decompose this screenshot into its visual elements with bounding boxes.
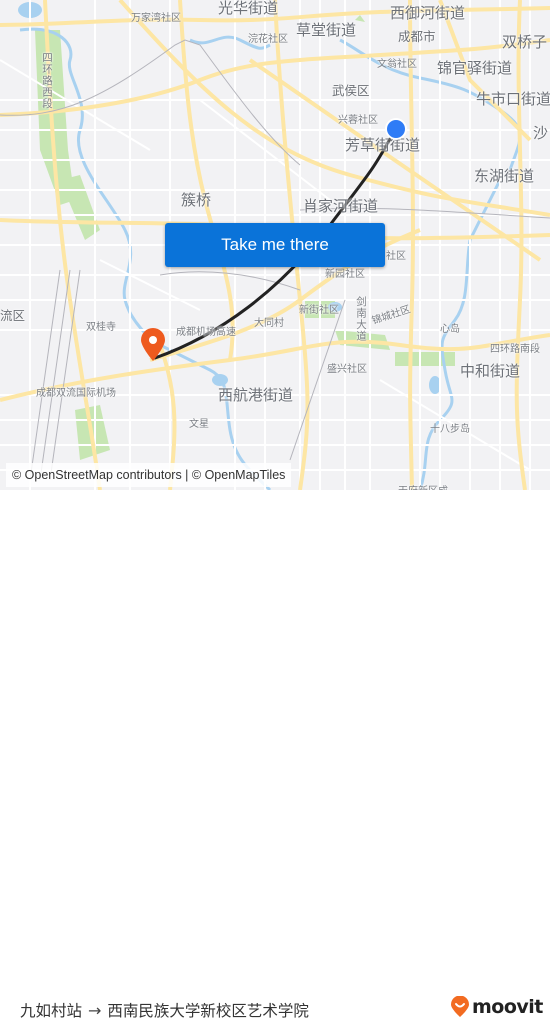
map-label: 双桥子 — [502, 33, 548, 51]
destination-pin-icon[interactable] — [139, 327, 167, 363]
map-label: 光华街道 — [218, 0, 279, 17]
map-label: 盛兴社区 — [327, 364, 367, 375]
moovit-logo[interactable]: moovit — [450, 996, 543, 1018]
origin-marker-icon[interactable] — [383, 116, 409, 142]
map-attribution[interactable]: © OpenStreetMap contributors | © OpenMap… — [6, 463, 292, 487]
map-label: 东湖街道 — [474, 167, 535, 185]
map-label: 兴蓉社区 — [338, 115, 378, 126]
map-label: 牛市口街道 — [476, 90, 550, 108]
moovit-wordmark: moovit — [472, 996, 543, 1018]
footer-bar: 九如村站 → 西南民族大学新校区艺术学院 moovit — [0, 490, 550, 1020]
route-summary: 九如村站 → 西南民族大学新校区艺术学院 — [20, 999, 309, 1021]
map-label: 社区 — [386, 251, 406, 262]
map-label: 锦官驿街道 — [437, 59, 513, 77]
map-label: 流区 — [0, 308, 26, 323]
map-label: 文翁社区 — [377, 59, 417, 70]
map-label: 天府新区成 — [398, 482, 448, 490]
map-label: 四环路南段 — [490, 344, 540, 355]
map-label: 肖家河街道 — [303, 197, 379, 215]
map-label: 成都市 — [398, 29, 436, 44]
map-label: 心岛 — [440, 324, 460, 335]
map-label: 剑南大道 — [355, 296, 367, 342]
map-label: 新街社区 — [299, 305, 339, 316]
map-label: 十八步岛 — [430, 424, 470, 435]
map-label: 西御河街道 — [390, 4, 466, 22]
map-label: 沙 — [533, 124, 549, 142]
map-label: 武侯区 — [332, 83, 370, 98]
map-label: 西航港街道 — [218, 386, 294, 404]
take-me-there-button[interactable]: Take me there — [165, 223, 385, 267]
map-label: 新园社区 — [325, 269, 365, 280]
map-label: 簇桥 — [181, 191, 212, 209]
origin-station: 九如村站 — [20, 1002, 83, 1020]
map-label: 文星 — [189, 419, 209, 430]
destination-name: 西南民族大学新校区艺术学院 — [107, 1002, 309, 1020]
arrow-right-icon: → — [88, 1000, 102, 1020]
map-label: 双桂寺 — [86, 322, 116, 333]
map-label: 中和街道 — [460, 362, 521, 380]
map-label: 浣花社区 — [248, 34, 288, 45]
map-view[interactable]: 光华街道 西御河街道 草堂街道 双桥子 锦官驿街道 牛市口街道沙芳草街街道 东湖街道 簇桥 肖家… — [0, 0, 550, 490]
moovit-pin-icon — [451, 996, 469, 1017]
map-label: 成都机场高速 — [176, 327, 236, 338]
map-label: 草堂街道 — [296, 21, 357, 39]
map-label: 成都双流国际机场 — [36, 388, 116, 399]
map-label: 大同村 — [254, 318, 284, 329]
map-label: 四环路西段 — [41, 52, 53, 110]
map-label: 万家湾社区 — [131, 13, 181, 24]
